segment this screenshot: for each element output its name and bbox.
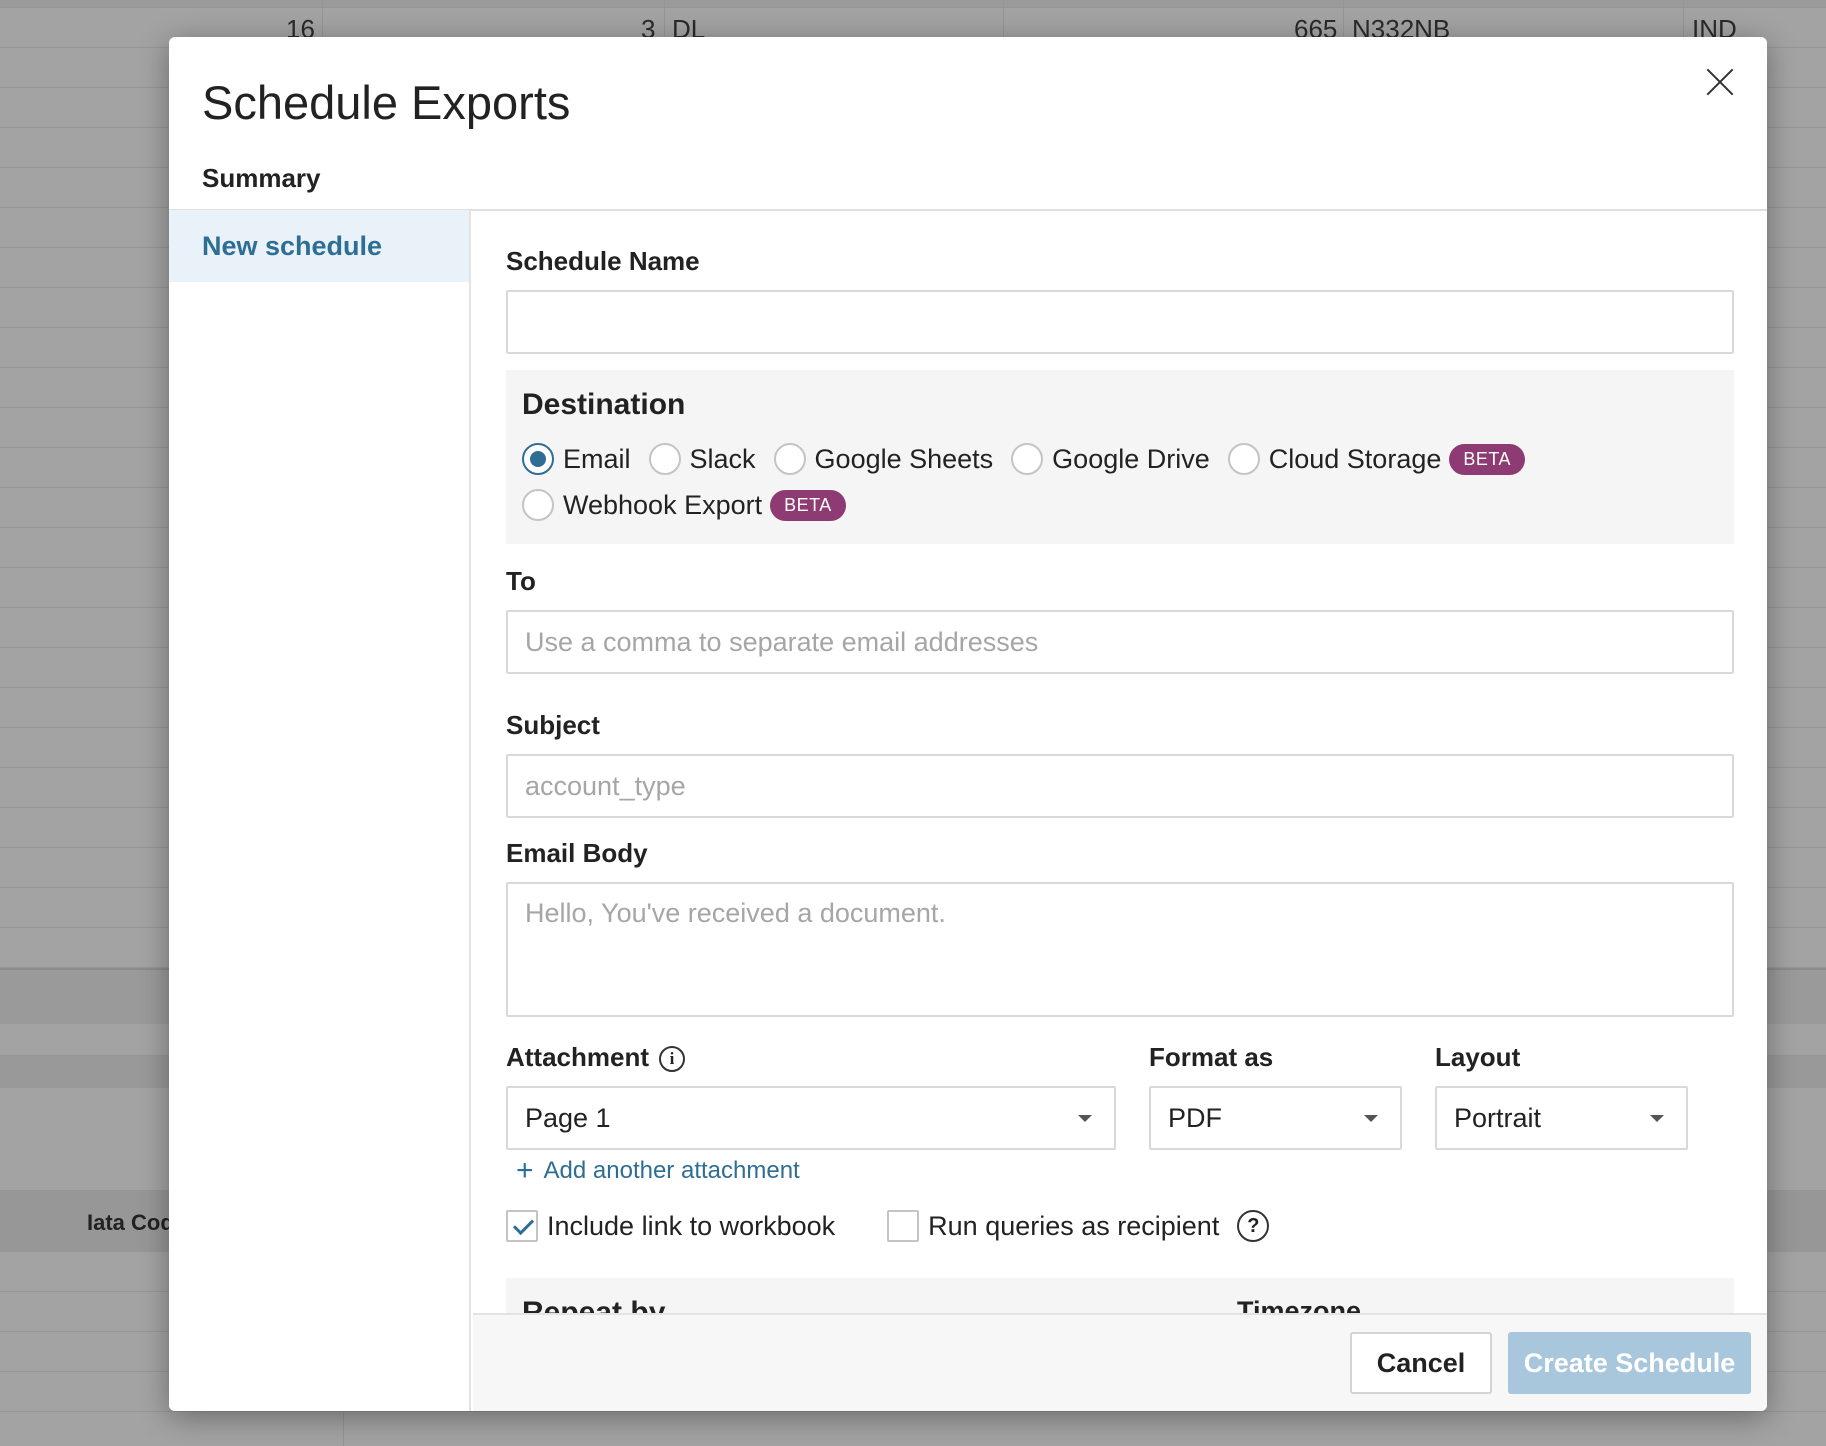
destination-slack-radio[interactable]: Slack [648,443,756,475]
attachment-label: Attachment i [506,1042,1116,1073]
layout-label: Layout [1435,1042,1521,1072]
add-another-attachment-link[interactable]: + Add another attachment [506,1154,800,1188]
format-label: Format as [1149,1042,1274,1072]
attachment-select[interactable]: Page 1 [506,1086,1116,1150]
format-select[interactable]: PDF [1149,1086,1402,1150]
destination-options-row-2: Webhook Export BETA [522,482,1718,528]
format-select-value: PDF [1168,1103,1222,1133]
radio-label: Slack [689,443,756,474]
radio-unchecked-icon [648,443,681,475]
modal-title: Schedule Exports [202,76,571,129]
radio-unchecked-icon [1011,443,1044,475]
run-as-recipient-checkbox[interactable] [887,1210,920,1242]
schedule-form: Schedule Name Destination Email Slack Go… [473,211,1767,1313]
bg-column-header: Iata Cod [87,1210,174,1235]
radio-unchecked-icon [773,443,806,475]
run-as-recipient-label: Run queries as recipient [928,1210,1220,1241]
radio-label: Cloud Storage [1268,443,1442,474]
email-body-textarea[interactable] [506,882,1734,1017]
radio-label: Google Drive [1052,443,1210,474]
cancel-button[interactable]: Cancel [1350,1332,1492,1394]
beta-badge: BETA [1449,443,1526,475]
destination-options-row-1: Email Slack Google Sheets Google Drive C… [522,436,1718,482]
options-row: Include link to workbook Run queries as … [506,1210,1734,1242]
create-schedule-button[interactable]: Create Schedule [1508,1332,1751,1394]
destination-email-radio[interactable]: Email [522,443,631,475]
run-as-recipient-option[interactable]: Run queries as recipient ? [887,1210,1270,1242]
subject-label: Subject [506,710,600,740]
radio-unchecked-icon [1227,443,1260,475]
format-field: Format as PDF [1149,1042,1402,1150]
radio-unchecked-icon [522,489,554,521]
add-attachment-label: Add another attachment [543,1157,800,1184]
to-email-input[interactable] [506,610,1734,674]
attachment-label-text: Attachment [506,1042,650,1072]
close-icon[interactable] [1699,61,1741,103]
chevron-down-icon [1364,1115,1378,1122]
include-link-label: Include link to workbook [547,1210,836,1241]
destination-google-sheets-radio[interactable]: Google Sheets [773,443,994,475]
sidebar-item-new-schedule[interactable]: New schedule [169,210,469,282]
destination-webhook-export-radio[interactable]: Webhook Export BETA [522,489,846,521]
subject-input[interactable] [506,754,1734,818]
attachment-field: Attachment i Page 1 [506,1042,1116,1150]
radio-label: Webhook Export [563,489,763,520]
layout-select-value: Portrait [1454,1103,1542,1133]
repeat-by-label: Repeat by [522,1296,666,1313]
to-label: To [506,566,536,596]
chevron-down-icon [1650,1115,1664,1122]
bg-row [0,0,1826,8]
include-link-option[interactable]: Include link to workbook [506,1210,835,1242]
add-attachment-wrapper: + Add another attachment [506,1154,1734,1188]
radio-label: Email [563,443,631,474]
attachment-select-value: Page 1 [525,1103,611,1133]
destination-google-drive-radio[interactable]: Google Drive [1011,443,1210,475]
beta-badge: BETA [770,489,846,521]
timezone-label: Timezone [1237,1296,1362,1313]
modal-footer: Cancel Create Schedule [473,1313,1767,1411]
email-body-label: Email Body [506,838,648,868]
layout-field: Layout Portrait [1435,1042,1688,1150]
destination-title: Destination [522,388,686,421]
summary-label: Summary [202,163,321,193]
bg-column-line [343,1410,344,1446]
radio-checked-icon [522,443,554,475]
schedule-exports-modal: Schedule Exports Summary New schedule Sc… [169,37,1767,1411]
radio-label: Google Sheets [814,443,994,474]
info-icon[interactable]: i [659,1046,686,1073]
sidebar: New schedule [169,210,471,1411]
include-link-checkbox[interactable] [506,1210,538,1242]
attachment-row: Attachment i Page 1 Format as PDF Layout … [506,1042,1734,1150]
destination-cloud-storage-radio[interactable]: Cloud Storage BETA [1227,443,1526,475]
chevron-down-icon [1078,1115,1092,1122]
question-mark-icon[interactable]: ? [1237,1210,1270,1242]
destination-section: Destination Email Slack Google Sheets Go… [506,370,1734,544]
plus-icon: + [516,1154,534,1187]
layout-select[interactable]: Portrait [1435,1086,1688,1150]
schedule-name-input[interactable] [506,290,1734,354]
schedule-name-label: Schedule Name [506,246,700,276]
repeat-section: Repeat by Timezone [506,1278,1734,1313]
